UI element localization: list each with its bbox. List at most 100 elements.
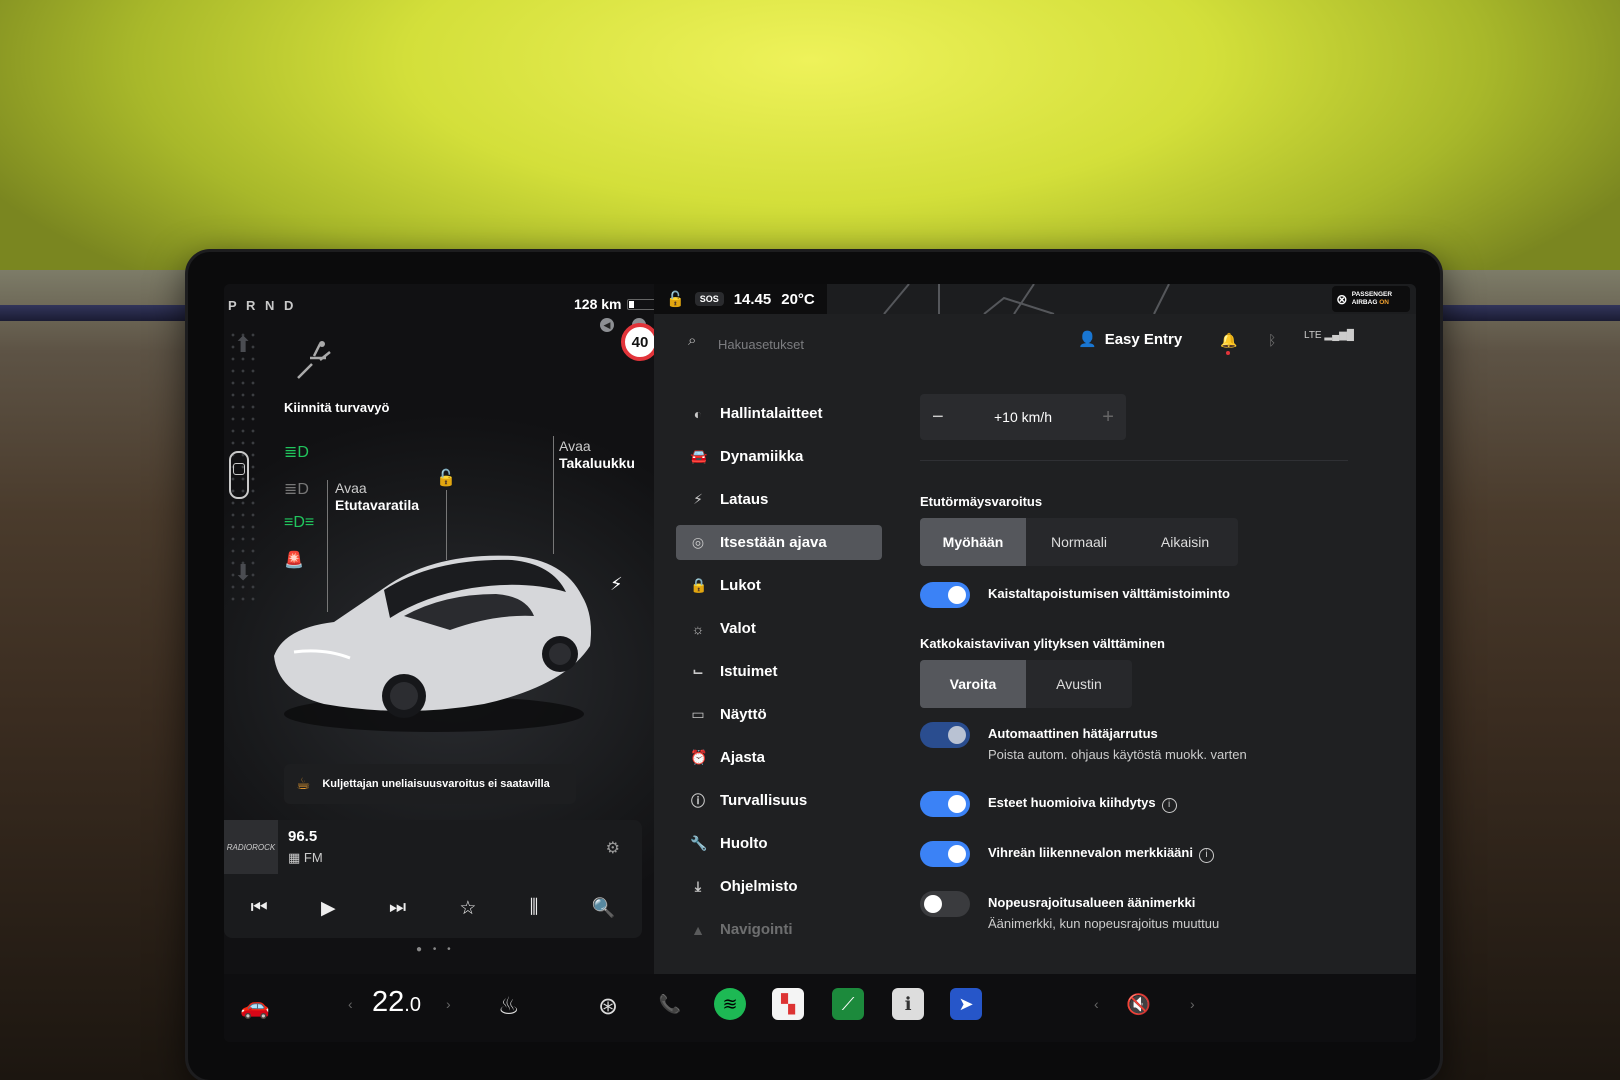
volume-increase-chevron-icon[interactable]: › (1190, 996, 1195, 1012)
car-top-view-icon[interactable] (229, 451, 249, 499)
menu-item-ohjelmisto[interactable]: ⤓ Ohjelmisto (676, 869, 882, 904)
airbag-line1: PASSENGER (1351, 291, 1393, 298)
fcw-option-late[interactable]: Myöhään (920, 518, 1026, 566)
airbag-line2: AIRBAG (1351, 299, 1378, 306)
speed-zone-chime-label: Nopeusrajoitusalueen äänimerkki (988, 895, 1196, 910)
menu-label: Dynamiikka (720, 448, 804, 465)
page-indicator: ● • • (416, 944, 455, 955)
phone-icon[interactable]: 📞 (654, 988, 686, 1020)
obstacle-accel-toggle[interactable] (920, 791, 970, 817)
menu-label: Valot (720, 620, 756, 637)
driver-profile-button[interactable]: 👤 Easy Entry (1078, 330, 1183, 349)
drowsiness-warning: ☕ Kuljettajan uneliaisuusvaroitus ei saa… (284, 764, 576, 804)
profile-name: Easy Entry (1104, 330, 1183, 348)
menu-item-naytto[interactable]: ▭ Näyttö (676, 697, 882, 732)
menu-item-lataus[interactable]: ⚡ Lataus (676, 482, 882, 517)
favorite-star-icon[interactable]: ☆ (459, 897, 476, 920)
search-icon[interactable]: ⌕ (688, 332, 696, 349)
fcw-option-early[interactable]: Aikaisin (1132, 518, 1238, 566)
passenger-airbag-indicator: ⊗ PASSENGER AIRBAG ON (1332, 286, 1410, 312)
mute-icon[interactable]: 🔇 (1126, 992, 1151, 1017)
speed-zone-chime-row: Nopeusrajoitusalueen äänimerkki Äänimerk… (920, 891, 1219, 933)
menu-item-dynamiikka[interactable]: 🚘 Dynamiikka (676, 439, 882, 474)
app-launcher-icon[interactable]: ▚ (772, 988, 804, 1020)
arrow-down-icon[interactable]: ⬇ (234, 560, 252, 586)
next-track-icon[interactable]: ⏭ (389, 897, 406, 919)
unlock-icon[interactable]: 🔓 (436, 468, 456, 488)
media-search-icon[interactable]: 🔍 (592, 896, 616, 920)
radio-band: ▦ FM (288, 850, 323, 866)
car-icon[interactable]: 🚗 (240, 992, 270, 1021)
wrench-icon: 🔧 (690, 835, 708, 851)
obstacle-accel-label: Esteet huomioiva kiihdytys (988, 795, 1156, 810)
station-logo: RADIOROCK (224, 820, 278, 874)
car-icon: 🚘 (690, 448, 708, 464)
frunk-label-line1: Avaa (335, 480, 367, 496)
green-light-toggle[interactable] (920, 841, 970, 867)
low-beam-icon: ≣D (284, 444, 309, 461)
play-icon[interactable]: ▶ (321, 897, 336, 920)
aeb-toggle[interactable] (920, 722, 970, 748)
volume-sign-icon: ◀ (600, 318, 614, 332)
spotify-icon[interactable]: ≋ (714, 988, 746, 1020)
menu-item-navigointi[interactable]: ▲ Navigointi (676, 912, 882, 947)
temp-increase-chevron-icon[interactable]: › (446, 996, 451, 1012)
manual-icon[interactable]: ℹ (892, 988, 924, 1020)
media-source-icon[interactable]: ⚙ (606, 838, 620, 858)
info-icon[interactable]: i (1161, 798, 1177, 813)
volume-decrease-chevron-icon[interactable]: ‹ (1094, 996, 1099, 1012)
obstacle-accel-row: Esteet huomioiva kiihdytys i (920, 791, 1177, 817)
clock: 14.45 (733, 290, 772, 308)
menu-item-turvallisuus[interactable]: ⓘ Turvallisuus (676, 783, 882, 818)
settings-search-input[interactable] (718, 334, 1018, 354)
arrow-up-icon[interactable]: ⬆ (234, 332, 252, 358)
menu-label: Lukot (720, 577, 761, 594)
seat-icon: ⌙ (692, 663, 704, 679)
sun-icon: ☼ (691, 620, 705, 637)
sos-button[interactable]: SOS (694, 292, 724, 306)
seat-heater-icon[interactable]: ♨ (498, 992, 520, 1021)
person-icon: 👤 (1078, 331, 1097, 348)
plus-icon[interactable]: + (1102, 406, 1114, 429)
menu-item-hallintalaitteet[interactable]: ◐ Hallintalaitteet (676, 396, 882, 431)
previous-track-icon[interactable]: ⏮ (251, 897, 268, 919)
menu-item-valot[interactable]: ☼ Valot (676, 611, 882, 646)
steering-wheel-heater-icon[interactable]: ⊛ (598, 992, 618, 1021)
navigation-icon: ▲ (691, 921, 705, 938)
bolt-icon: ⚡ (693, 491, 703, 507)
lock-status-icon[interactable]: 🔓 (666, 290, 685, 308)
lane-departure-toggle[interactable] (920, 582, 970, 608)
menu-item-lukot[interactable]: 🔒 Lukot (676, 568, 882, 603)
gear-selector[interactable]: P R N D (228, 298, 296, 313)
bluetooth-icon[interactable]: ᛒ (1268, 332, 1276, 348)
menu-item-ajasta[interactable]: ⏰ Ajasta (676, 740, 882, 775)
menu-item-itsestaan-ajava[interactable]: ◎ Itsestään ajava (676, 525, 882, 560)
equalizer-icon[interactable]: ⫼ (530, 897, 539, 919)
charge-port-icon[interactable]: ⚡ (610, 574, 623, 595)
frunk-open-button[interactable]: Avaa Etutavaratila (335, 480, 419, 514)
navigation-app-icon[interactable]: ➤ (950, 988, 982, 1020)
green-light-label: Vihreän liikennevalon merkkiääni (988, 845, 1193, 860)
display-icon: ▭ (691, 706, 705, 722)
settings-header: ⌕ 👤 Easy Entry 🔔 ᛒ LTE ▂▄▆█ (654, 314, 1416, 374)
speed-zone-chime-toggle[interactable] (920, 891, 970, 917)
menu-item-istuimet[interactable]: ⌙ Istuimet (676, 654, 882, 689)
lane-option-assist[interactable]: Avustin (1026, 660, 1132, 708)
menu-item-huolto[interactable]: 🔧 Huolto (676, 826, 882, 861)
info-icon[interactable]: i (1198, 848, 1214, 863)
fcw-segmented-control: Myöhään Normaali Aikaisin (920, 518, 1238, 566)
temp-decrease-chevron-icon[interactable]: ‹ (348, 996, 353, 1012)
cabin-temperature[interactable]: 22.0 (372, 986, 421, 1019)
lane-option-warn[interactable]: Varoita (920, 660, 1026, 708)
energy-app-icon[interactable]: ⟋ (832, 988, 864, 1020)
bell-icon[interactable]: 🔔 (1220, 332, 1237, 349)
menu-label: Istuimet (720, 663, 778, 680)
radio-icon: ▦ (288, 850, 304, 865)
lane-departure-row: Kaistaltapoistumisen välttämistoiminto (920, 582, 1230, 608)
minus-icon[interactable]: − (932, 406, 944, 429)
settings-menu: ◐ Hallintalaitteet 🚘 Dynamiikka ⚡ Lataus ◎ I… (676, 396, 882, 955)
trunk-open-button[interactable]: Avaa Takaluukku (559, 438, 635, 472)
fcw-option-normal[interactable]: Normaali (1026, 518, 1132, 566)
menu-label: Ajasta (720, 749, 766, 766)
menu-label: Lataus (720, 491, 769, 508)
